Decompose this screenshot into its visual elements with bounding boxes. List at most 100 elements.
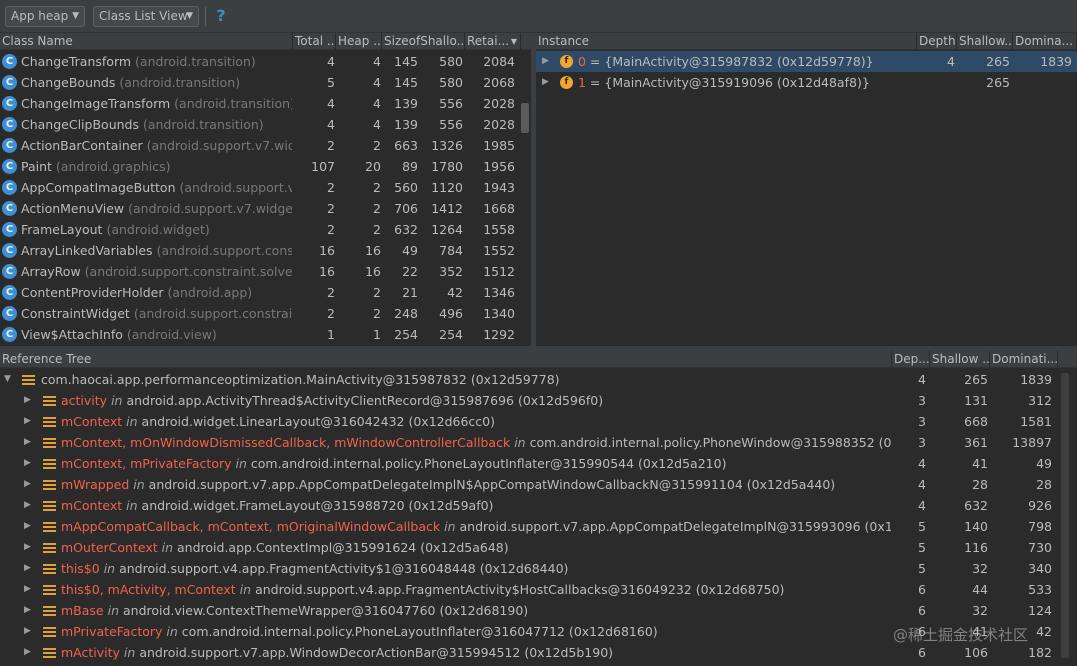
class-total-cell: 4 bbox=[327, 96, 335, 111]
reference-row[interactable]: ▶ mActivity in android.support.v7.app.Win… bbox=[0, 642, 1077, 663]
expand-arrow-icon[interactable]: ▶ bbox=[24, 537, 34, 558]
column-depth[interactable]: Depth bbox=[917, 33, 957, 50]
ref-shallow-cell: 106 bbox=[964, 645, 988, 660]
reference-in-keyword: in bbox=[166, 624, 178, 639]
class-row[interactable]: C ArrayLinkedVariables (android.support.c… bbox=[0, 240, 531, 261]
class-package: (android.transition) bbox=[142, 117, 264, 132]
scrollbar-thumb[interactable] bbox=[521, 103, 529, 133]
expand-arrow-icon[interactable]: ▶ bbox=[24, 453, 34, 474]
class-retained-cell: 1668 bbox=[483, 201, 515, 216]
reference-label-cell: mContext, mPrivateFactory in com.android… bbox=[61, 453, 891, 474]
expand-arrow-icon[interactable]: ▶ bbox=[24, 642, 34, 663]
class-retained-cell: 1943 bbox=[483, 180, 515, 195]
expand-arrow-icon[interactable]: ▶ bbox=[24, 390, 34, 411]
reference-row[interactable]: ▶ mContext in android.widget.FrameLayout@… bbox=[0, 495, 1077, 516]
expand-arrow-icon[interactable]: ▶ bbox=[542, 72, 552, 93]
reference-field-name: this$0, mActivity, mContext bbox=[61, 582, 236, 597]
instance-shallow-cell: 265 bbox=[986, 54, 1010, 69]
ref-shallow-cell: 131 bbox=[964, 393, 988, 408]
expand-arrow-icon[interactable]: ▶ bbox=[24, 621, 34, 642]
ref-shallow-cell: 32 bbox=[972, 561, 988, 576]
view-select[interactable]: Class List View ▼ bbox=[93, 6, 199, 27]
class-row[interactable]: C View$AttachInfo (android.view) 1 1 254 254 1… bbox=[0, 324, 531, 345]
column-total[interactable]: Total ... bbox=[293, 33, 336, 50]
class-shallow-cell: 1120 bbox=[431, 180, 463, 195]
class-name-cell: ChangeBounds (android.transition) bbox=[21, 72, 292, 93]
field-icon bbox=[43, 438, 56, 448]
help-button[interactable]: ? bbox=[212, 5, 230, 27]
column-dominating[interactable]: Domina... bbox=[1013, 33, 1077, 50]
column-retained[interactable]: Retai... ▼ bbox=[465, 33, 521, 50]
class-row[interactable]: C ChangeImageTransform (android.transitio… bbox=[0, 93, 531, 114]
column-class-name[interactable]: Class Name bbox=[0, 33, 293, 50]
collapse-arrow-icon[interactable]: ▼ bbox=[4, 369, 14, 390]
watermark: @稀土掘金技术社区 bbox=[893, 626, 1029, 644]
reference-label-cell: mPrivateFactory in com.android.internal.… bbox=[61, 621, 891, 642]
class-total-cell: 5 bbox=[327, 75, 335, 90]
reference-row[interactable]: ▶ this$0, mActivity, mContext in android.… bbox=[0, 579, 1077, 600]
reference-field-name: activity bbox=[61, 393, 108, 408]
class-row[interactable]: C Paint (android.graphics) 107 20 89 1780 1956 bbox=[0, 156, 531, 177]
class-row[interactable]: C AppCompatImageButton (android.support.v… bbox=[0, 177, 531, 198]
expand-arrow-icon[interactable]: ▶ bbox=[542, 51, 552, 72]
expand-arrow-icon[interactable]: ▶ bbox=[24, 474, 34, 495]
expand-arrow-icon[interactable]: ▶ bbox=[24, 432, 34, 453]
column-retained-label: Retai... bbox=[467, 34, 510, 48]
class-heap-cell: 2 bbox=[373, 285, 381, 300]
class-row[interactable]: C ChangeClipBounds (android.transition) 4 4… bbox=[0, 114, 531, 135]
column-size-of[interactable]: SizeofShallo... bbox=[382, 33, 465, 50]
column-reference-tree[interactable]: Reference Tree bbox=[0, 351, 892, 368]
class-row[interactable]: C ActionMenuView (android.support.v7.widg… bbox=[0, 198, 531, 219]
class-name-cell: View$AttachInfo (android.view) bbox=[21, 324, 292, 345]
ref-shallow-cell: 140 bbox=[964, 519, 988, 534]
reference-in-keyword: in bbox=[126, 414, 138, 429]
reference-tree-scrollbar[interactable] bbox=[1058, 369, 1071, 666]
reference-field-name: mContext, mOnWindowDismissedCallback, mW… bbox=[61, 435, 511, 450]
reference-target: android.view.ContextThemeWrapper@3160477… bbox=[123, 603, 529, 618]
class-shallow-cell: 42 bbox=[447, 285, 463, 300]
ref-depth-cell: 3 bbox=[918, 414, 926, 429]
class-row[interactable]: C FrameLayout (android.widget) 2 2 632 1264 15… bbox=[0, 219, 531, 240]
reference-root-row[interactable]: ▼ com.haocai.app.performanceoptimization.… bbox=[0, 369, 1077, 390]
expand-arrow-icon[interactable]: ▶ bbox=[24, 558, 34, 579]
class-size-cell: 663 bbox=[394, 138, 418, 153]
instance-row[interactable]: ▶ f 0 = {MainActivity@315987832 (0x12d5977… bbox=[536, 51, 1077, 72]
column-shallow[interactable]: Shallow... bbox=[957, 33, 1013, 50]
class-row[interactable]: C ActionBarContainer (android.support.v7.… bbox=[0, 135, 531, 156]
reference-row[interactable]: ▶ activity in android.app.ActivityThread$… bbox=[0, 390, 1077, 411]
class-size-cell: 139 bbox=[394, 96, 418, 111]
reference-row[interactable]: ▶ mContext, mOnWindowDismissedCallback, m… bbox=[0, 432, 1077, 453]
column-dominating[interactable]: Dominati... bbox=[990, 351, 1058, 368]
class-row[interactable]: C ContentProviderHolder (android.app) 2 2 21… bbox=[0, 282, 531, 303]
expand-arrow-icon[interactable]: ▶ bbox=[24, 495, 34, 516]
class-table-scrollbar[interactable] bbox=[518, 51, 531, 346]
class-row[interactable]: C ChangeTransform (android.transition) 4 4 1… bbox=[0, 51, 531, 72]
expand-arrow-icon[interactable]: ▶ bbox=[24, 516, 34, 537]
class-row[interactable]: C ArrayRow (android.support.constraint.so… bbox=[0, 261, 531, 282]
scrollbar-thumb[interactable] bbox=[1061, 373, 1069, 658]
column-instance[interactable]: Instance bbox=[536, 33, 917, 50]
reference-row[interactable]: ▶ mOuterContext in android.app.ContextImp… bbox=[0, 537, 1077, 558]
column-shallow[interactable]: Shallow ... bbox=[930, 351, 990, 368]
reference-row[interactable]: ▶ mBase in android.view.ContextThemeWrapp… bbox=[0, 600, 1077, 621]
reference-row[interactable]: ▶ mContext in android.widget.LinearLayout… bbox=[0, 411, 1077, 432]
expand-arrow-icon[interactable]: ▶ bbox=[24, 411, 34, 432]
view-select-label: Class List View bbox=[99, 9, 188, 23]
expand-arrow-icon[interactable]: ▶ bbox=[24, 579, 34, 600]
instance-depth-cell: 4 bbox=[947, 54, 955, 69]
heap-select-label: App heap bbox=[11, 9, 69, 23]
heap-select[interactable]: App heap ▼ bbox=[5, 6, 85, 27]
instance-dominating-cell bbox=[1013, 72, 1072, 93]
class-row[interactable]: C ChangeBounds (android.transition) 5 4 145 5… bbox=[0, 72, 531, 93]
column-depth[interactable]: Dep... bbox=[892, 351, 930, 368]
reference-row[interactable]: ▶ mAppCompatCallback, mContext, mOriginal… bbox=[0, 516, 1077, 537]
expand-arrow-icon[interactable]: ▶ bbox=[24, 600, 34, 621]
reference-row[interactable]: ▶ mWrapped in android.support.v7.app.AppC… bbox=[0, 474, 1077, 495]
class-heap-cell: 4 bbox=[373, 54, 381, 69]
instance-row[interactable]: ▶ f 1 = {MainActivity@315919096 (0x12d48af… bbox=[536, 72, 1077, 93]
ref-shallow-cell: 116 bbox=[964, 540, 988, 555]
reference-row[interactable]: ▶ mContext, mPrivateFactory in com.androi… bbox=[0, 453, 1077, 474]
reference-row[interactable]: ▶ this$0 in android.support.v4.app.Fragme… bbox=[0, 558, 1077, 579]
column-heap[interactable]: Heap ... bbox=[336, 33, 382, 50]
class-row[interactable]: C ConstraintWidget (android.support.const… bbox=[0, 303, 531, 324]
